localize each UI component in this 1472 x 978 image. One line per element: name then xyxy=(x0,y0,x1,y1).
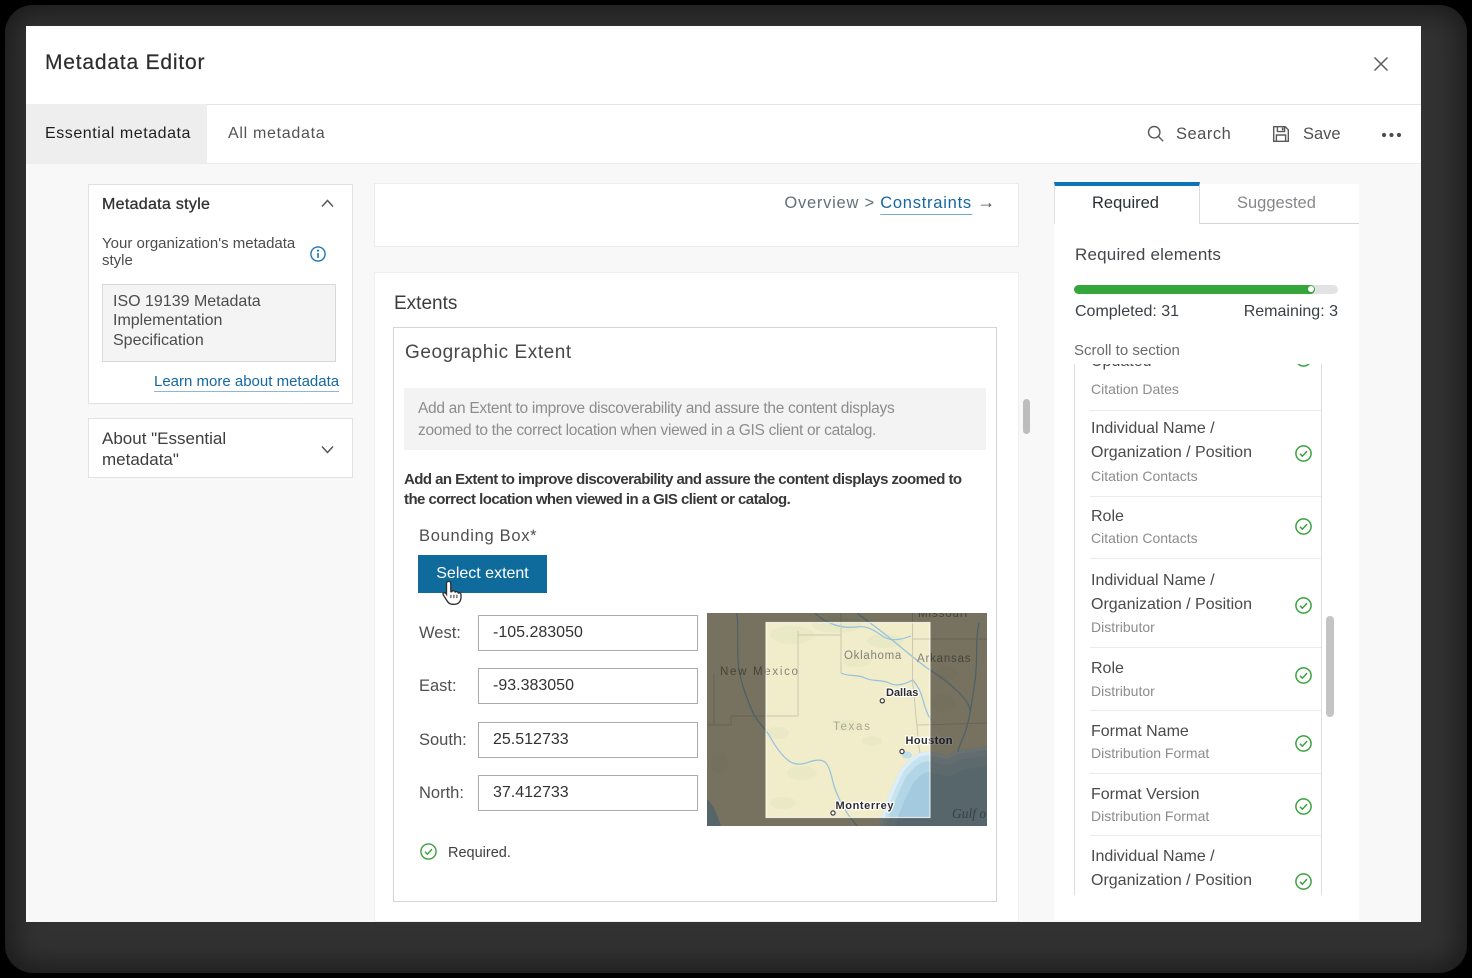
svg-text:Dallas: Dallas xyxy=(886,687,918,699)
svg-text:Oklahoma: Oklahoma xyxy=(844,650,902,662)
svg-text:Texas: Texas xyxy=(833,721,872,733)
svg-text:Monterrey: Monterrey xyxy=(836,800,895,812)
